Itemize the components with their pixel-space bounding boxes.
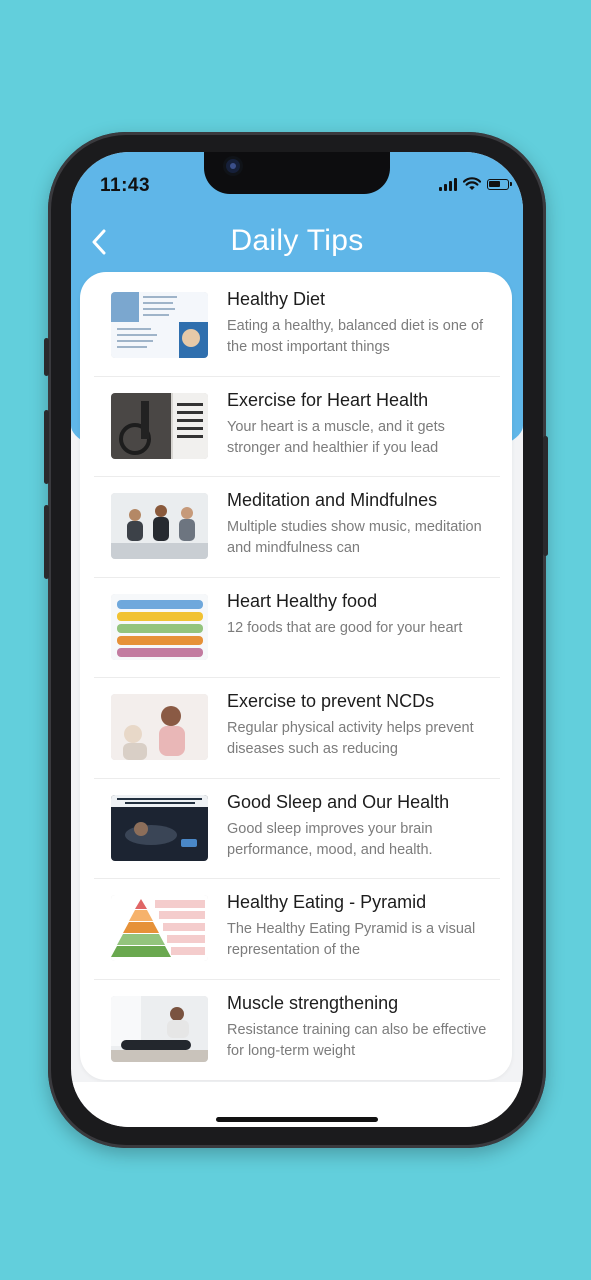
wifi-icon [463,177,481,190]
tip-item[interactable]: Exercise for Heart Health Your heart is … [94,377,500,477]
tip-item[interactable]: Meditation and Mindfulnes Multiple studi… [94,477,500,578]
camera-notch [204,152,390,194]
nav-bar: Daily Tips [71,222,523,266]
tip-description: Eating a healthy, balanced diet is one o… [227,318,484,355]
tip-title: Healthy Eating - Pyramid [227,892,427,912]
status-icons [439,176,512,192]
tip-title: Healthy Diet [227,289,326,309]
tip-title: Meditation and Mindfulnes [227,490,438,510]
status-bar: 11:43 [71,152,523,212]
tip-title: Good Sleep and Our Health [227,791,450,812]
tip-description: Regular physical activity helps prevent … [227,720,474,757]
tip-thumbnail-heart-food [111,593,208,660]
tip-description: 12 foods that are good for your heart [227,619,463,636]
tip-description: The Healthy Eating Pyramid is a visual r… [227,921,476,958]
volume-up-button [44,410,49,484]
tip-item[interactable]: Muscle strengthening Resistance training… [94,980,500,1080]
tip-thumbnail-exercise-ncds [111,694,208,760]
tip-item[interactable]: Heart Healthy food 12 foods that are goo… [94,578,500,678]
tip-thumbnail-eating-pyramid [111,895,208,961]
mute-switch [44,338,49,376]
tip-title: Muscle strengthening [227,992,399,1013]
tip-description: Your heart is a muscle, and it gets stro… [227,418,445,456]
tip-item[interactable]: Healthy Diet Eating a healthy, balanced … [94,276,500,377]
tip-title: Heart Healthy food [227,590,378,611]
tip-thumbnail-healthy-diet [111,292,208,358]
tip-item[interactable]: Exercise to prevent NCDs Regular physica… [94,678,500,779]
tip-thumbnail-meditation [111,493,208,559]
tip-title: Exercise to prevent NCDs [227,691,435,711]
battery-icon [487,178,512,190]
cellular-signal-icon [439,177,457,191]
tip-description: Multiple studies show music, meditation … [227,519,482,556]
tip-title: Exercise for Heart Health [227,389,429,410]
home-indicator[interactable] [216,1117,378,1122]
tip-thumbnail-good-sleep [111,794,208,861]
tip-description: Resistance training can also be effectiv… [227,1021,487,1059]
tip-description: Good sleep improves your brain performan… [227,820,433,858]
tips-list: Healthy Diet Eating a healthy, balanced … [94,276,500,1079]
tip-thumbnail-exercise-heart [111,392,208,459]
tips-card: Healthy Diet Eating a healthy, balanced … [80,272,512,1080]
page-title: Daily Tips [230,224,364,257]
tip-item[interactable]: Good Sleep and Our Health Good sleep imp… [94,779,500,879]
volume-down-button [44,505,49,579]
status-time: 11:43 [100,175,151,196]
tip-thumbnail-muscle-strengthening [111,995,208,1062]
power-button [543,436,548,556]
tip-item[interactable]: Healthy Eating - Pyramid The Healthy Eat… [94,879,500,980]
app-screen: 11:43 Daily Tips Healthy Diet Eating a h… [71,152,523,1127]
front-camera [226,159,240,173]
